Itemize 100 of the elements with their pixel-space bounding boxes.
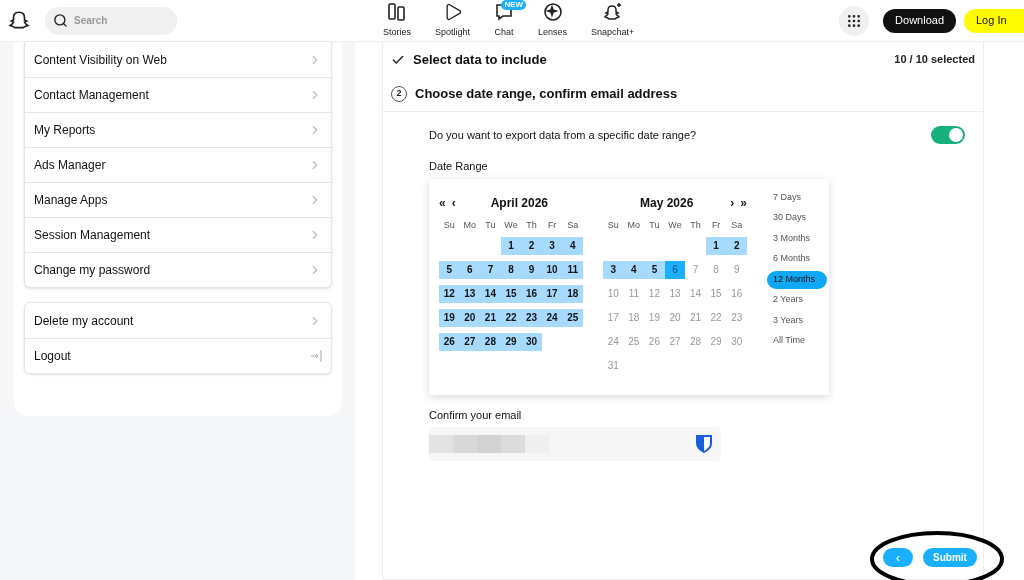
calendar-day[interactable]: 3 xyxy=(603,260,624,279)
calendar-day[interactable]: 28 xyxy=(480,332,501,351)
calendar-day[interactable]: 6 xyxy=(664,260,686,279)
calendar-day[interactable]: 18 xyxy=(562,284,583,303)
preset-option[interactable]: 2 Years xyxy=(767,291,827,309)
calendar-day[interactable]: 5 xyxy=(644,260,665,279)
nav-tab[interactable]: Stories xyxy=(371,0,423,42)
settings-item[interactable]: Content Visibility on Web xyxy=(25,42,331,77)
preset-option[interactable]: All Time xyxy=(767,332,827,350)
settings-item[interactable]: Session Management xyxy=(25,217,331,252)
settings-item-label: Contact Management xyxy=(34,87,149,104)
question-label: Do you want to export data from a specific date range? xyxy=(429,127,697,143)
right-arrow[interactable]: › xyxy=(730,193,735,212)
settings-item-label: Logout xyxy=(34,348,71,365)
date-range-toggle[interactable] xyxy=(931,126,965,144)
settings-item[interactable]: Logout xyxy=(25,338,331,373)
calendar-day[interactable]: 23 xyxy=(521,308,542,327)
calendar-day[interactable]: 17 xyxy=(541,284,563,303)
calendar-day[interactable]: 2 xyxy=(726,236,747,255)
weekday-label: We xyxy=(503,218,519,231)
calendar-day[interactable]: 24 xyxy=(541,308,563,327)
preset-option[interactable]: 12 Months xyxy=(767,270,827,289)
settings-item[interactable]: Change my password xyxy=(25,252,331,287)
download-button[interactable]: Download xyxy=(883,8,956,33)
calendar-day[interactable]: 10 xyxy=(541,260,563,279)
double-left-arrow[interactable]: « xyxy=(439,193,446,212)
search-bar[interactable]: Search xyxy=(45,6,177,35)
preset-option[interactable]: 6 Months xyxy=(767,250,827,268)
weekday-label: Sa xyxy=(730,218,744,231)
step-title: Select data to include xyxy=(413,50,547,69)
weekday-label: Fr xyxy=(710,218,722,231)
calendar-day[interactable]: 19 xyxy=(439,308,460,327)
calendar-day[interactable]: 7 xyxy=(480,260,501,279)
calendar-day[interactable]: 29 xyxy=(500,332,522,351)
month-title: May 2026 xyxy=(638,194,695,212)
calendar-day[interactable]: 11 xyxy=(562,260,583,279)
new-badge: NEW xyxy=(501,0,527,10)
calendar-day[interactable]: 3 xyxy=(541,236,563,255)
email-field[interactable] xyxy=(429,427,721,461)
search-icon xyxy=(53,13,68,28)
nav-tab[interactable]: Spotlight xyxy=(423,0,483,42)
calendar-day[interactable]: 26 xyxy=(439,332,460,351)
calendar-day[interactable]: 21 xyxy=(480,308,501,327)
sparkle-circle-icon xyxy=(542,1,563,22)
calendar-day[interactable]: 1 xyxy=(500,236,522,255)
nav-tab[interactable]: NEW Chat xyxy=(482,0,527,42)
weekday-label: Mo xyxy=(626,218,642,231)
preset-option[interactable]: 7 Days xyxy=(767,188,827,207)
weekday-label: Su xyxy=(442,218,456,231)
settings-item-label: Delete my account xyxy=(34,312,134,330)
calendar-day[interactable]: 1 xyxy=(705,236,727,255)
apps-grid-button[interactable] xyxy=(839,5,870,36)
preset-option[interactable]: 3 Years xyxy=(767,311,827,330)
calendar-day[interactable]: 15 xyxy=(500,284,522,303)
settings-item[interactable]: Contact Management xyxy=(25,77,331,112)
weekday-label: Tu xyxy=(484,218,497,231)
calendar-day[interactable]: 6 xyxy=(459,260,481,279)
search-input[interactable]: Search xyxy=(74,13,154,28)
calendar-day[interactable]: 12 xyxy=(439,284,460,303)
email-label: Confirm your email xyxy=(429,407,523,423)
calendar-day[interactable]: 2 xyxy=(521,236,542,255)
weekday-label: Sa xyxy=(566,218,580,231)
double-right-arrow[interactable]: » xyxy=(740,193,747,212)
weekday-label: Mo xyxy=(462,218,478,231)
calendar-day[interactable]: 14 xyxy=(480,284,501,303)
settings-item[interactable]: My Reports xyxy=(25,112,331,147)
settings-item[interactable]: Ads Manager xyxy=(25,147,331,182)
settings-item-label: My Reports xyxy=(34,122,96,139)
calendar-day[interactable]: 20 xyxy=(459,308,481,327)
weekday-label: We xyxy=(667,218,683,231)
weekday-label: Th xyxy=(525,218,538,231)
calendar-day[interactable]: 25 xyxy=(562,308,583,327)
settings-item-label: Session Management xyxy=(34,227,151,244)
calendar-day[interactable]: 13 xyxy=(459,284,481,303)
calendar-day[interactable]: 5 xyxy=(439,260,460,279)
left-arrow[interactable]: ‹ xyxy=(451,193,456,212)
month-title: April 2026 xyxy=(489,194,550,212)
settings-item[interactable]: Delete my account xyxy=(25,303,331,338)
nav-tab[interactable]: Lenses xyxy=(526,0,580,42)
preset-option[interactable]: 30 Days xyxy=(767,209,827,227)
login-button[interactable]: Log In xyxy=(964,8,1024,33)
weekday-label: Fr xyxy=(546,218,558,231)
stories-icon xyxy=(387,1,407,22)
step-summary: 10 / 10 selected xyxy=(894,52,975,68)
calendar-day[interactable]: 30 xyxy=(521,332,542,351)
calendar-day[interactable]: 27 xyxy=(459,332,481,351)
calendar-day[interactable]: 4 xyxy=(623,260,645,279)
nav-tab[interactable]: Snapchat+ xyxy=(579,0,647,42)
settings-item[interactable]: Manage Apps xyxy=(25,182,331,217)
calendar-day[interactable]: 16 xyxy=(521,284,542,303)
weekday-label: Tu xyxy=(648,218,661,231)
shield-icon[interactable] xyxy=(695,434,713,454)
calendar-day[interactable]: 4 xyxy=(562,236,583,255)
preset-option[interactable]: 3 Months xyxy=(767,229,827,248)
calendar-day[interactable]: 9 xyxy=(521,260,542,279)
weekday-label: Su xyxy=(606,218,620,231)
calendar-day[interactable]: 22 xyxy=(500,308,522,327)
ghost-plus-icon xyxy=(602,1,623,22)
settings-item-label: Manage Apps xyxy=(34,192,108,209)
calendar-day[interactable]: 8 xyxy=(500,260,522,279)
